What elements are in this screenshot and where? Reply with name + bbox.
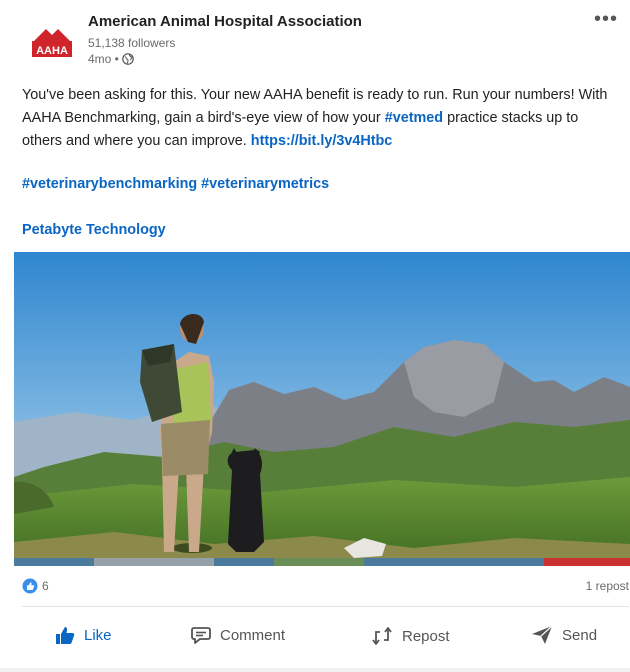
hashtag-list[interactable]: #veterinarybenchmarking #veterinarymetri… <box>22 176 329 192</box>
like-label: Like <box>84 626 112 644</box>
follower-count: 51,138 followers <box>88 36 176 50</box>
repost-label: Repost <box>402 627 450 645</box>
repost-icon <box>372 627 392 645</box>
reaction-count: 6 <box>42 579 49 593</box>
aaha-logo[interactable]: AAHA <box>32 27 72 59</box>
card-bottom-border <box>0 668 630 672</box>
reaction-summary[interactable]: 6 <box>22 578 49 594</box>
repost-button[interactable]: Repost <box>370 624 450 648</box>
post-time: 4mo • <box>88 52 119 66</box>
comment-icon <box>191 627 211 644</box>
more-options-icon[interactable]: ••• <box>594 8 618 31</box>
thumbs-up-icon <box>56 627 75 644</box>
post-meta: 4mo • <box>88 52 134 66</box>
action-bar: Like Comment Repost Send <box>0 616 630 660</box>
post-body: You've been asking for this. Your new AA… <box>22 84 618 153</box>
divider <box>22 606 629 607</box>
repost-count[interactable]: 1 repost <box>586 579 629 593</box>
send-icon <box>532 625 553 644</box>
send-button[interactable]: Send <box>530 624 597 646</box>
post-url-link[interactable]: https://bit.ly/3v4Htbc <box>251 133 393 149</box>
company-mention[interactable]: Petabyte Technology <box>22 222 166 238</box>
author-name[interactable]: American Animal Hospital Association <box>88 13 362 30</box>
svg-text:AAHA: AAHA <box>36 45 68 57</box>
globe-icon <box>122 53 134 65</box>
like-button[interactable]: Like <box>54 624 112 646</box>
send-label: Send <box>562 626 598 644</box>
comment-button[interactable]: Comment <box>190 624 285 646</box>
post-header: AAHA American Animal Hospital Associatio… <box>0 0 630 80</box>
like-reaction-icon <box>22 578 38 594</box>
engagement-stats: 6 1 repost <box>22 574 629 596</box>
hashtag-vetmed[interactable]: #vetmed <box>385 110 443 126</box>
comment-label: Comment <box>220 626 286 644</box>
post-image[interactable] <box>14 252 630 566</box>
